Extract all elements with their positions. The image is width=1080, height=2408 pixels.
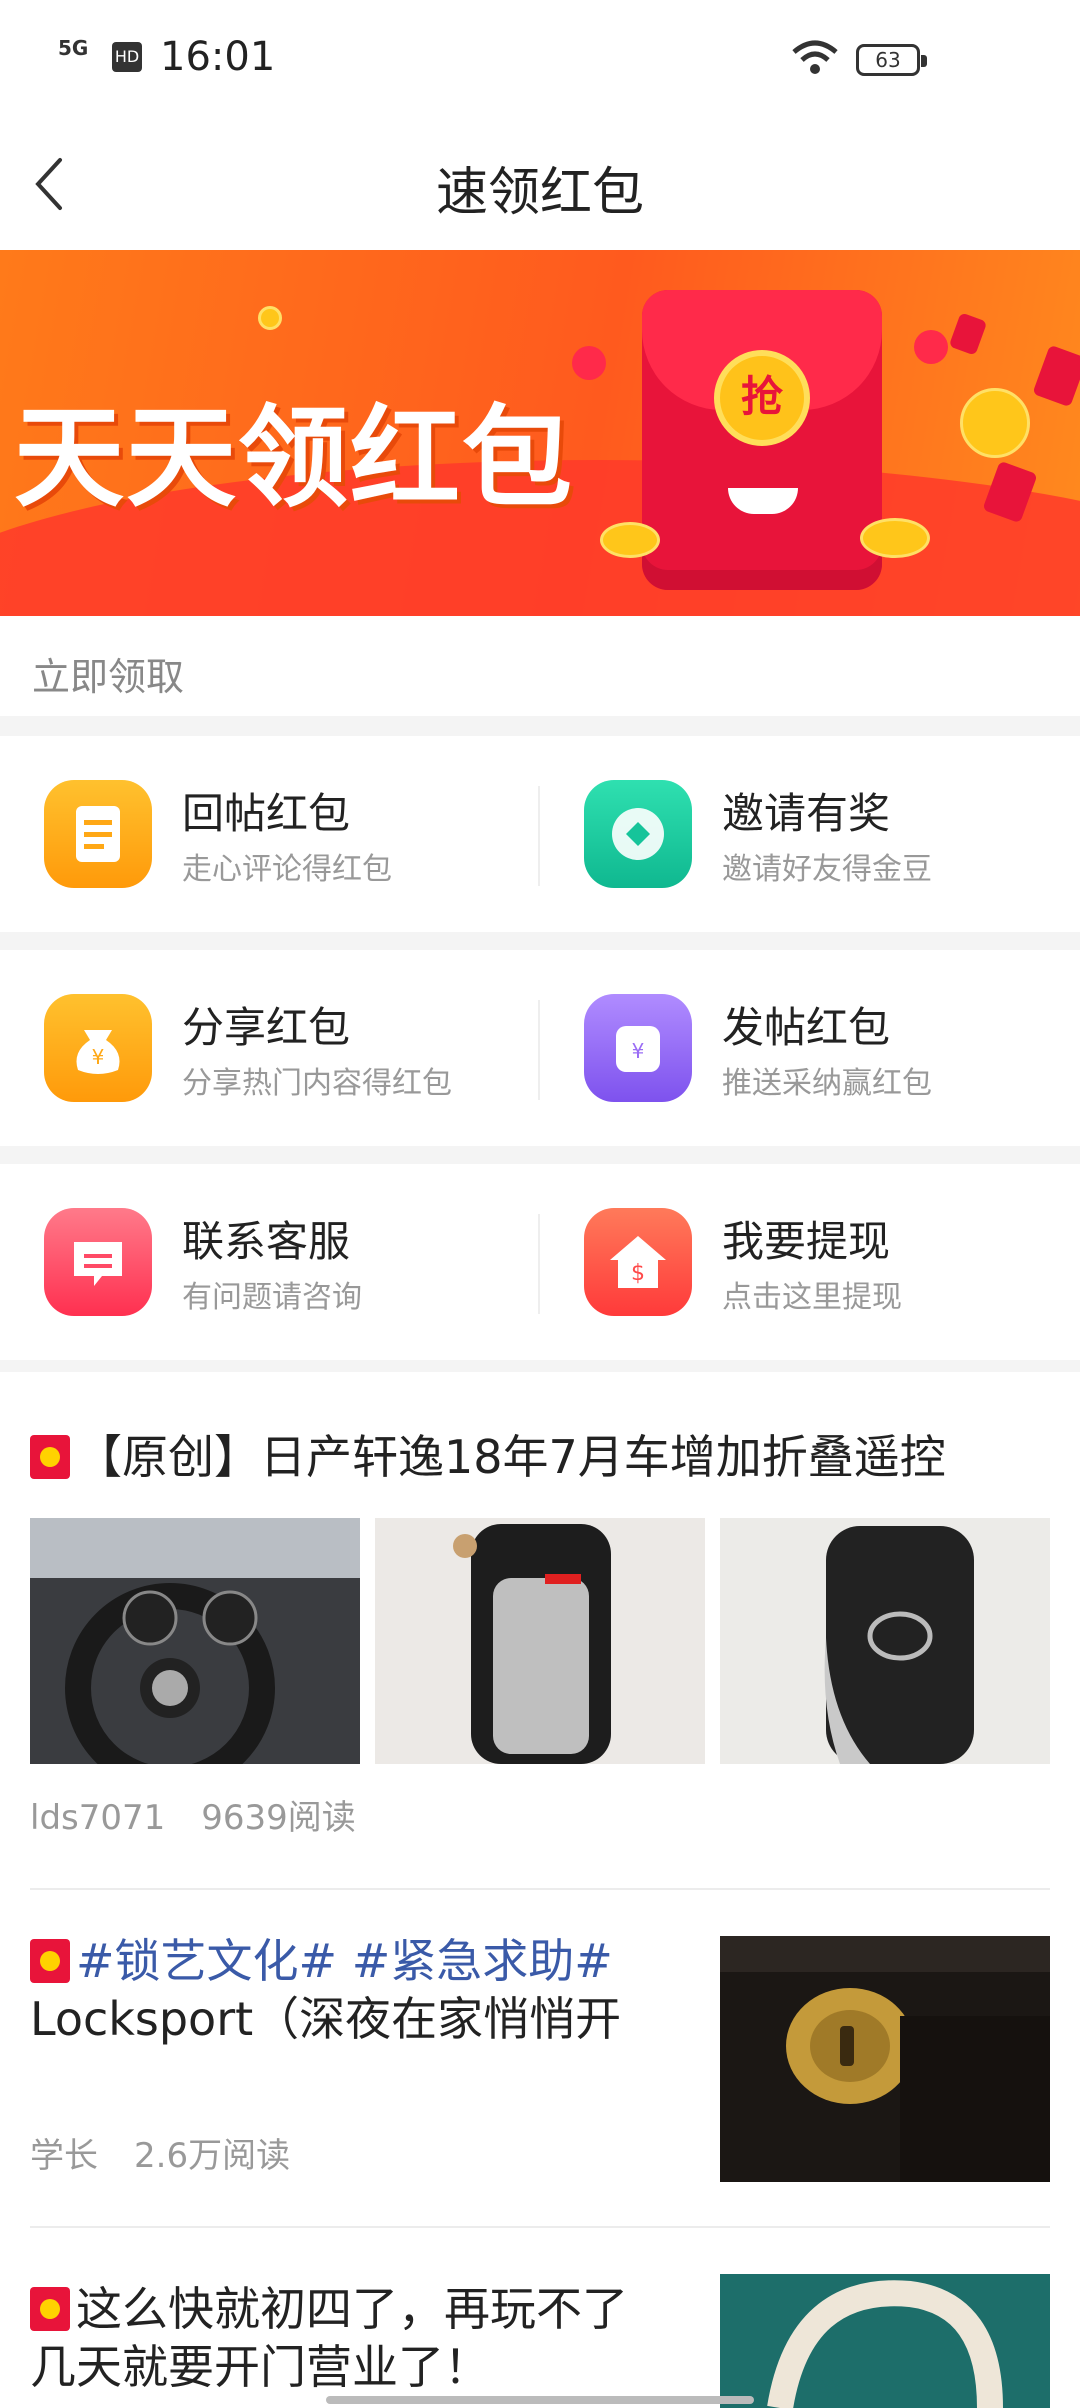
post-reads: 2.6万阅读 <box>134 2136 291 2176</box>
post-title-text: Locksport（深夜在家悄悄开 <box>30 1992 622 2046</box>
svg-text:¥: ¥ <box>92 1045 105 1069</box>
item-label: 联系客服 <box>182 1217 351 1266</box>
envelope-left-hand <box>572 346 606 380</box>
grab-coin: 抢 <box>714 350 810 446</box>
banner-title: 天天领红包 <box>14 394 574 522</box>
post-red-packet-item[interactable]: ¥ 发帖红包 推送采纳赢红包 <box>540 950 1080 1146</box>
receipt-icon <box>44 780 152 888</box>
withdraw-item[interactable]: $ 我要提现 点击这里提现 <box>540 1164 1080 1360</box>
gold-coin-icon <box>860 518 930 558</box>
item-subtitle: 推送采纳赢红包 <box>722 1066 932 1101</box>
post-image[interactable] <box>720 1518 1050 1764</box>
post-title[interactable]: 【原创】日产轩逸18年7月车增加折叠遥控 <box>30 1428 946 1486</box>
section-header: 立即领取 <box>0 616 1080 716</box>
yuan-jar-icon: ¥ <box>584 994 692 1102</box>
item-label: 发帖红包 <box>722 1003 891 1052</box>
signal-icon: 5G <box>58 36 89 60</box>
post-image[interactable] <box>720 2274 1050 2408</box>
customer-service-item[interactable]: 联系客服 有问题请咨询 <box>0 1164 540 1360</box>
reward-row-1: 回帖红包 走心评论得红包 邀请有奖 邀请好友得金豆 <box>0 736 1080 932</box>
item-subtitle: 有问题请咨询 <box>182 1280 362 1315</box>
post-author: lds7071 <box>30 1798 166 1838</box>
withdraw-house-icon: $ <box>584 1208 692 1316</box>
post-image[interactable] <box>30 1518 360 1764</box>
svg-text:¥: ¥ <box>632 1039 645 1063</box>
post-tags[interactable]: #锁艺文化# #紧急求助# <box>76 1934 613 1988</box>
item-subtitle: 点击这里提现 <box>722 1280 902 1315</box>
item-subtitle: 分享热门内容得红包 <box>182 1066 452 1101</box>
post-title-text: 几天就要开门营业了！ <box>30 2340 490 2394</box>
section-title: 立即领取 <box>32 655 185 699</box>
hd-icon: HD <box>112 42 142 72</box>
post-meta: 学长 2.6万阅读 <box>30 2128 326 2177</box>
battery-icon: 63 <box>856 44 927 76</box>
post-image[interactable] <box>375 1518 705 1764</box>
top-nav: 速领红包 <box>0 120 1080 250</box>
post-badge-icon <box>30 1939 70 1983</box>
item-subtitle: 走心评论得红包 <box>182 852 392 887</box>
post-meta: lds7071 9639阅读 <box>30 1790 392 1839</box>
reward-row-3: 联系客服 有问题请咨询 $ 我要提现 点击这里提现 <box>0 1164 1080 1360</box>
status-bar: 5G HD 16:01 63 <box>0 0 1080 120</box>
post-reads: 9639阅读 <box>201 1798 356 1838</box>
post-feed: 【原创】日产轩逸18年7月车增加折叠遥控 lds7071 9639阅读 #锁艺文… <box>0 1372 1080 2408</box>
post-title[interactable]: 这么快就初四了，再玩不了 几天就要开门营业了！ <box>30 2280 690 2396</box>
share-red-packet-item[interactable]: ¥ 分享红包 分享热门内容得红包 <box>0 950 540 1146</box>
red-envelope-icon: 抢 <box>642 290 882 590</box>
post-badge-icon <box>30 2287 70 2331</box>
reply-red-packet-item[interactable]: 回帖红包 走心评论得红包 <box>0 736 540 932</box>
invite-reward-item[interactable]: 邀请有奖 邀请好友得金豆 <box>540 736 1080 932</box>
envelope-right-hand <box>914 330 948 364</box>
post-image[interactable] <box>720 1936 1050 2182</box>
svg-text:$: $ <box>631 1261 645 1286</box>
item-label: 我要提现 <box>722 1217 891 1266</box>
chat-icon <box>44 1208 152 1316</box>
page-title: 速领红包 <box>435 163 644 223</box>
home-indicator <box>326 2396 754 2404</box>
clock: 16:01 <box>160 34 276 80</box>
money-bag-icon: ¥ <box>44 994 152 1102</box>
post-author: 学长 <box>30 2136 98 2176</box>
gold-coin-icon <box>600 522 660 558</box>
item-label: 回帖红包 <box>182 789 351 838</box>
wifi-icon <box>792 40 838 74</box>
item-label: 邀请有奖 <box>722 789 891 838</box>
item-label: 分享红包 <box>182 1003 351 1052</box>
post-title[interactable]: #锁艺文化# #紧急求助# Locksport（深夜在家悄悄开 <box>30 1932 690 2048</box>
red-packet-icon <box>1032 344 1080 408</box>
gold-coin-icon <box>258 306 282 330</box>
divider <box>30 1888 1050 1890</box>
red-packet-icon <box>948 312 988 356</box>
divider <box>30 2226 1050 2228</box>
post-title-text: 这么快就初四了，再玩不了 <box>76 2282 628 2336</box>
gold-coin-icon <box>960 388 1030 458</box>
red-packet-banner[interactable]: 天天领红包 抢 <box>0 250 1080 616</box>
envelope-smile <box>728 488 798 514</box>
reward-row-2: ¥ 分享红包 分享热门内容得红包 ¥ 发帖红包 推送采纳赢红包 <box>0 950 1080 1146</box>
invite-icon <box>584 780 692 888</box>
post-badge-icon <box>30 1435 70 1479</box>
item-subtitle: 邀请好友得金豆 <box>722 852 932 887</box>
